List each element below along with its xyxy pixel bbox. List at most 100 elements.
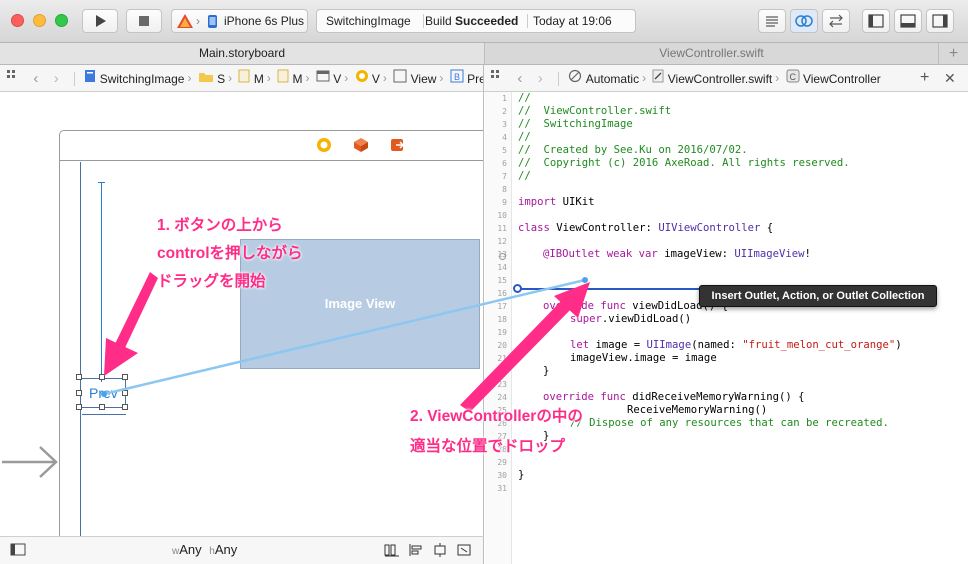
line-number: 9 [502,198,507,207]
version-editor-button[interactable] [822,9,850,33]
arrows-icon [829,14,843,28]
width-class-value: Any [179,542,202,557]
forward-button[interactable]: › [538,66,543,91]
app-scheme-icon [177,14,193,28]
jump-item-automatic[interactable]: Automatic [586,66,639,91]
tab-viewcontroller-swift[interactable]: ViewController.swift [484,43,938,65]
jump-item-storyboard[interactable]: M [254,66,264,91]
assistant-rings-icon [795,15,813,27]
status-divider [423,14,424,28]
code-line: // Created by See.Ku on 2016/07/02. [518,144,748,156]
instruction-step1-line3: ドラッグを開始 [157,273,266,290]
exit-icon[interactable] [390,137,406,156]
storyboard-canvas[interactable]: Image View Prev [0,92,484,536]
add-tab-button[interactable]: + [938,43,968,65]
jump-item-file[interactable]: ViewController.swift [668,66,772,91]
zoom-window-button[interactable] [55,14,68,27]
plus-icon: + [948,45,959,62]
run-button[interactable] [82,9,118,33]
line-number: 2 [502,107,507,116]
resize-handle[interactable] [122,404,128,410]
resolve-auto-layout-icon[interactable] [456,543,472,560]
status-build-prefix: Build [425,14,452,28]
code-line: ReceiveMemoryWarning() [627,404,768,416]
align-icon[interactable] [408,543,424,560]
forward-button[interactable]: › [54,66,59,91]
svg-text:C: C [789,72,796,82]
jump-item-controller[interactable]: V [372,66,380,91]
view-controller-icon [355,66,369,91]
line-number: 22 [497,367,507,376]
stop-button[interactable] [126,9,162,33]
close-editor-button[interactable]: ✕ [944,65,956,91]
code-text: UIKit [556,196,595,208]
outlet-connection-icon[interactable] [499,253,506,260]
folder-icon [198,66,214,91]
document-outline-toggle-icon[interactable] [10,543,26,560]
standard-editor-button[interactable] [758,9,786,33]
view-controller-dock-icon[interactable] [316,137,332,156]
jump-item-view[interactable]: View [411,66,437,91]
toggle-utilities-button[interactable] [926,9,954,33]
line-number: 18 [497,315,507,324]
prev-button-label: Prev [89,385,118,401]
toggle-debug-button[interactable] [894,9,922,33]
back-button[interactable]: ‹ [517,66,522,91]
resize-handle[interactable] [122,374,128,380]
jump-item-button[interactable]: Prev [467,66,483,91]
bottom-panel-icon [900,14,916,28]
assistant-jump-bar: ‹ › Automatic › ViewController.swift › C V… [484,65,968,92]
resize-handle[interactable] [99,404,105,410]
toggle-navigator-button[interactable] [862,9,890,33]
pin-icon[interactable] [432,543,448,560]
swift-file-icon [652,66,664,91]
resize-handle[interactable] [99,374,105,380]
line-number: 30 [497,471,507,480]
stop-icon [139,16,149,26]
tab-main-storyboard[interactable]: Main.storyboard [0,43,484,65]
code-line: } [543,365,550,377]
scheme-selector[interactable]: › iPhone 6s Plus [171,9,308,33]
stack-icon[interactable] [384,543,400,560]
status-divider [527,14,528,28]
related-items-icon[interactable] [6,66,20,91]
tooltip-text: Insert Outlet, Action, or Outlet Collect… [711,290,925,302]
resize-handle[interactable] [76,404,82,410]
close-window-button[interactable] [11,14,24,27]
code-text: image = [589,339,647,351]
tab-label: ViewController.swift [659,46,764,60]
line-number: 24 [497,393,507,402]
iphone-device-icon [208,15,217,28]
code-line: let image = UIImage(named: "fruit_melon_… [570,339,902,351]
resize-handle[interactable] [122,390,128,396]
keyword: super [570,313,602,325]
minimize-window-button[interactable] [33,14,46,27]
size-class-control[interactable]: wAny hAny [172,542,237,557]
code-line: override func didReceiveMemoryWarning() … [543,391,805,403]
related-items-icon[interactable] [490,66,504,91]
code-line: // [518,92,531,104]
jump-item-group[interactable]: S [217,66,225,91]
code-line: // ViewController.swift [518,105,672,117]
status-timestamp: Today at 19:06 [533,14,612,28]
jump-item-base[interactable]: M [293,66,303,91]
assistant-editor-button[interactable] [790,9,818,33]
scene-icon [316,66,330,91]
jump-item-project[interactable]: SwitchingImage [100,66,185,91]
class-icon: C [786,66,800,91]
keyword: import [518,196,557,208]
storyboard-base-icon [277,66,289,91]
first-responder-icon[interactable] [353,137,369,156]
resize-handle[interactable] [76,390,82,396]
code-line: @IBOutlet weak var imageView: UIImageVie… [543,248,811,260]
add-editor-button[interactable]: + [920,65,929,91]
instruction-step2-line2: 適当な位置でドロップ [410,438,566,455]
jump-item-scene[interactable]: V [333,66,341,91]
insertion-indicator [515,288,715,290]
back-button[interactable]: ‹ [33,66,38,91]
jump-item-class[interactable]: ViewController [803,66,881,91]
source-editor[interactable]: 1 2 3 4 5 6 7 8 9 10 11 12 13 14 15 16 1… [485,92,968,564]
resize-handle[interactable] [76,374,82,380]
right-panel-icon [932,14,948,28]
keyword: class [518,222,550,234]
